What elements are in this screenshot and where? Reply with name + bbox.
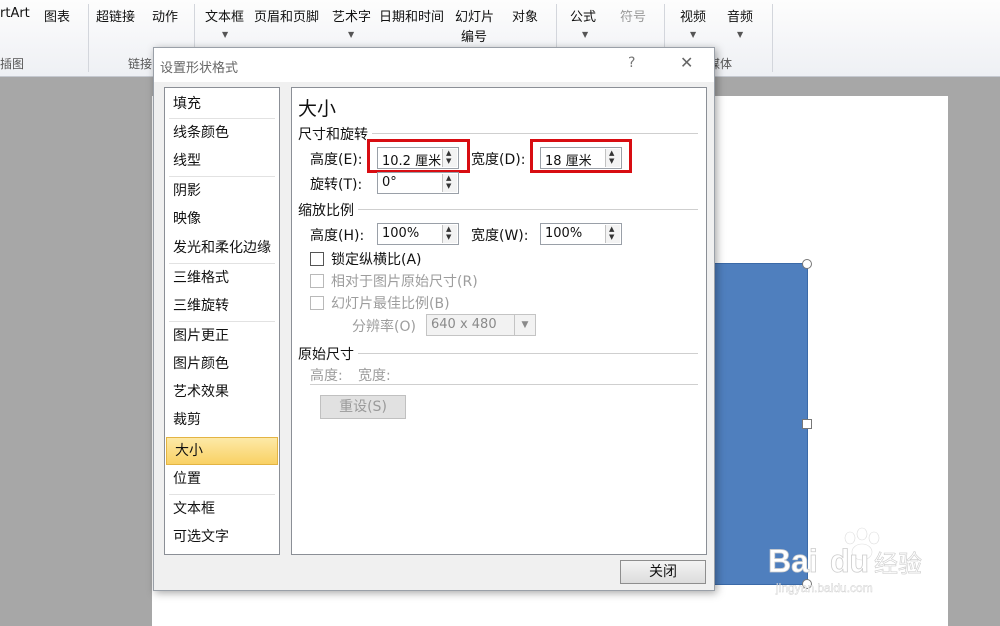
ribbon-symbol[interactable]: 符号: [620, 6, 646, 25]
category-item-3d-format[interactable]: 三维格式: [165, 264, 279, 292]
scale-height-value: 100%: [382, 226, 420, 241]
resolution-value: 640 x 480: [431, 317, 497, 332]
close-icon[interactable]: ✕: [680, 53, 693, 72]
panel-title: 大小: [298, 98, 337, 120]
width-label: 宽度(D):: [471, 152, 526, 168]
format-shape-dialog: 设置形状格式 ? ✕ 填充 线条颜色 线型 阴影 映像 发光和柔化边缘 三维格式…: [153, 47, 715, 591]
ribbon-header-footer[interactable]: 页眉和页脚: [254, 6, 319, 25]
section-divider: [372, 133, 698, 134]
category-item-line-style[interactable]: 线型: [165, 147, 279, 175]
chevron-down-icon[interactable]: ▼: [737, 30, 743, 39]
chevron-down-icon[interactable]: ▼: [348, 30, 354, 39]
category-item-crop[interactable]: 裁剪: [165, 406, 279, 434]
dialog-titlebar[interactable]: 设置形状格式 ? ✕: [154, 48, 714, 82]
relative-original-checkbox[interactable]: [310, 274, 324, 288]
ribbon-group-links: 链接: [128, 57, 153, 71]
scale-width-value: 100%: [545, 226, 583, 241]
category-item-line-color[interactable]: 线条颜色: [165, 119, 279, 147]
original-height-label: 高度:: [310, 368, 343, 384]
rotation-value: 0°: [382, 175, 397, 190]
height-label: 高度(E):: [310, 152, 363, 168]
rotation-spinner[interactable]: 0° ▲ ▼: [377, 172, 459, 194]
scale-height-label: 高度(H):: [310, 228, 365, 244]
category-item-size[interactable]: 大小: [166, 437, 278, 465]
baidu-watermark: Bai du 经验 jingyan.baidu.com: [768, 527, 922, 595]
ribbon-equation[interactable]: 公式: [570, 6, 596, 25]
category-item-3d-rotation[interactable]: 三维旋转: [165, 292, 279, 320]
ribbon-group-illustrations: 插图: [0, 57, 25, 71]
category-item-fill[interactable]: 填充: [165, 90, 279, 118]
section-divider: [358, 209, 698, 210]
resize-handle[interactable]: [802, 419, 812, 429]
dialog-title: 设置形状格式: [160, 61, 239, 76]
ribbon-smartart[interactable]: rtArt: [0, 6, 30, 21]
category-item-picture-corrections[interactable]: 图片更正: [165, 322, 279, 350]
best-scale-label: 幻灯片最佳比例(B): [331, 296, 450, 312]
section-size-rotate: 尺寸和旋转: [298, 127, 368, 143]
chevron-down-icon[interactable]: ▼: [514, 315, 535, 335]
close-button[interactable]: 关闭: [620, 560, 706, 584]
ribbon-datetime[interactable]: 日期和时间: [379, 6, 444, 25]
rotation-label: 旋转(T):: [310, 177, 363, 193]
ribbon-number[interactable]: 编号: [461, 26, 487, 45]
best-scale-checkbox[interactable]: [310, 296, 324, 310]
chevron-down-icon[interactable]: ▼: [582, 30, 588, 39]
ribbon-chart[interactable]: 图表: [44, 6, 70, 25]
ribbon-action[interactable]: 动作: [152, 6, 178, 25]
category-item-reflection[interactable]: 映像: [165, 205, 279, 233]
highlight-box: [530, 139, 632, 173]
ribbon-slide[interactable]: 幻灯片: [455, 6, 494, 25]
section-divider: [358, 353, 698, 354]
section-original-size: 原始尺寸: [298, 347, 354, 363]
original-width-label: 宽度:: [358, 368, 391, 384]
lock-aspect-checkbox[interactable]: [310, 252, 324, 266]
category-item-artistic-effects[interactable]: 艺术效果: [165, 378, 279, 406]
ribbon-textbox[interactable]: 文本框: [205, 6, 244, 25]
scale-height-spinner[interactable]: 100% ▲ ▼: [377, 223, 459, 245]
section-divider: [310, 384, 698, 385]
highlight-box: [367, 139, 470, 173]
watermark-brand-bai: Bai: [768, 543, 818, 579]
category-item-glow[interactable]: 发光和柔化边缘: [165, 234, 279, 262]
category-list: 填充 线条颜色 线型 阴影 映像 发光和柔化边缘 三维格式 三维旋转 图片更正 …: [164, 87, 280, 555]
scale-width-label: 宽度(W):: [471, 228, 529, 244]
ribbon-separator: [88, 4, 89, 72]
size-panel: 大小 尺寸和旋转 高度(E): 10.2 厘米 ▲ ▼ 宽度(D): 18 厘米 …: [291, 87, 707, 555]
category-item-shadow[interactable]: 阴影: [165, 177, 279, 205]
resolution-dropdown[interactable]: 640 x 480 ▼: [426, 314, 536, 336]
spin-arrows-icon[interactable]: ▲ ▼: [605, 225, 620, 243]
ribbon-video[interactable]: 视频: [680, 6, 706, 25]
watermark-brand-jingyan: 经验: [874, 550, 922, 578]
ribbon-wordart[interactable]: 艺术字: [332, 6, 371, 25]
category-item-picture-color[interactable]: 图片颜色: [165, 350, 279, 378]
help-icon[interactable]: ?: [628, 55, 635, 71]
section-scale: 缩放比例: [298, 203, 354, 219]
category-item-alt-text[interactable]: 可选文字: [165, 523, 279, 551]
spin-arrows-icon[interactable]: ▲ ▼: [442, 225, 457, 243]
category-item-text-box[interactable]: 文本框: [165, 495, 279, 523]
ribbon-object[interactable]: 对象: [512, 6, 538, 25]
chevron-down-icon[interactable]: ▼: [222, 30, 228, 39]
scale-width-spinner[interactable]: 100% ▲ ▼: [540, 223, 622, 245]
category-item-position[interactable]: 位置: [165, 465, 279, 493]
chevron-down-icon[interactable]: ▼: [690, 30, 696, 39]
watermark-brand-du: du: [830, 543, 869, 579]
relative-original-label: 相对于图片原始尺寸(R): [331, 274, 478, 290]
lock-aspect-label[interactable]: 锁定纵横比(A): [331, 249, 422, 269]
watermark-url: jingyan.baidu.com: [775, 581, 873, 595]
ribbon-hyperlink[interactable]: 超链接: [96, 6, 135, 25]
reset-button[interactable]: 重设(S): [320, 395, 406, 419]
resolution-label: 分辨率(O): [352, 319, 416, 335]
spin-arrows-icon[interactable]: ▲ ▼: [442, 174, 457, 192]
ribbon-audio[interactable]: 音频: [727, 6, 753, 25]
ribbon-separator: [772, 4, 773, 72]
resize-handle[interactable]: [802, 259, 812, 269]
